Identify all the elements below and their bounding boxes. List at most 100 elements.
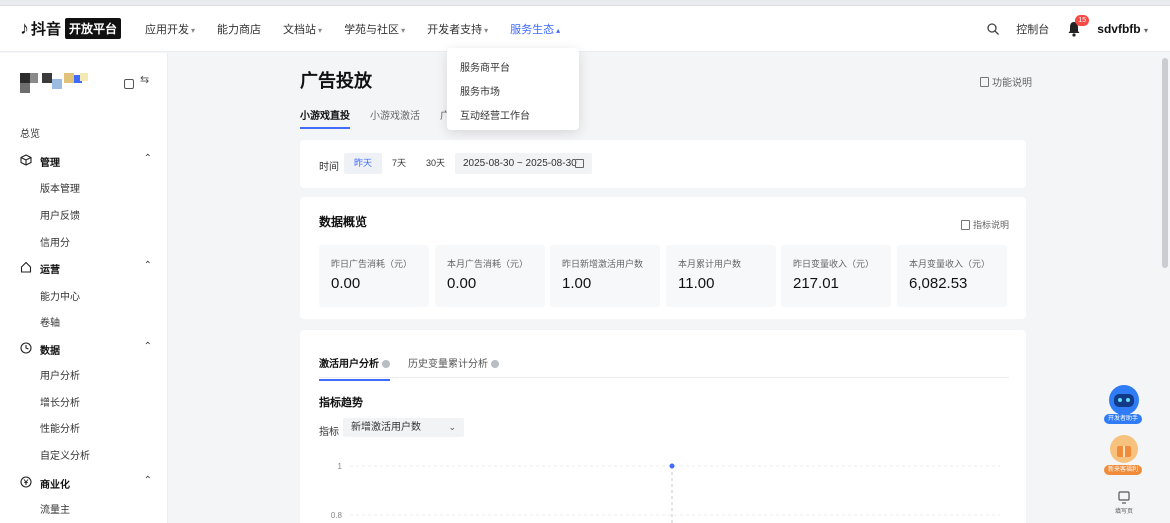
help-icon[interactable] (491, 360, 499, 368)
sidebar-item-capability-center[interactable]: 能力中心 (40, 288, 80, 303)
sidebar-group-operation[interactable]: 运营 ⌃ (20, 258, 152, 278)
sidebar-item-user-feedback[interactable]: 用户反馈 (40, 207, 80, 222)
sidebar-item-performance-analysis[interactable]: 性能分析 (40, 420, 80, 435)
chevron-down-icon: ▾ (191, 25, 196, 35)
calendar-icon (575, 159, 584, 168)
nav-item-label: 学苑与社区 (344, 23, 400, 36)
sidebar: ⇆ 总览 管理 ⌃ 版本管理 用户反馈 信用分 运营 ⌃ 能力中心 卷轴 数据 … (0, 53, 168, 523)
metric-value: 11.00 (678, 275, 715, 292)
monitor-icon[interactable] (1104, 491, 1144, 505)
dropdown-item-interactive-workbench[interactable]: 互动经营工作台 (460, 107, 530, 122)
sidebar-item-user-analysis[interactable]: 用户分析 (40, 367, 80, 382)
benefit-label[interactable]: 新来客福利 (1104, 465, 1142, 475)
metric-label: 昨日变量收入（元） (793, 259, 875, 269)
switch-app-icon[interactable]: ⇆ (140, 73, 149, 86)
benefit-gift-icon[interactable] (1104, 434, 1144, 464)
sidebar-item-overview[interactable]: 总览 (20, 125, 40, 140)
sidebar-group-data[interactable]: 数据 ⌃ (20, 339, 152, 359)
data-point (669, 463, 675, 469)
tab-label: 激活用户分析 (319, 359, 379, 370)
app-avatar (20, 73, 90, 95)
metric-card: 本月广告消耗（元） 0.00 (435, 245, 545, 307)
sidebar-item-custom-analysis[interactable]: 自定义分析 (40, 447, 90, 462)
nav-item-service-ecosystem[interactable]: 服务生态 ▴ (510, 21, 560, 37)
notification-bell[interactable]: 15 (1067, 15, 1090, 37)
chevron-up-icon: ⌃ (143, 153, 152, 164)
cube-icon (20, 154, 32, 166)
nav-item-dev-support[interactable]: 开发者支持 ▾ (427, 21, 488, 37)
help-icon[interactable] (382, 360, 390, 368)
tab-minigame-activation[interactable]: 小游戏激活 (370, 107, 420, 129)
chevron-up-icon: ⌃ (143, 260, 152, 271)
chevron-down-icon: ▾ (1143, 26, 1148, 35)
sidebar-group-manage[interactable]: 管理 ⌃ (20, 151, 152, 171)
nav-item-community[interactable]: 学苑与社区 ▾ (344, 21, 405, 37)
indicator-select-value: 新增激活用户数 (351, 422, 421, 433)
nav-item-label: 开发者支持 (427, 23, 483, 36)
dropdown-item-service-market[interactable]: 服务市场 (460, 83, 500, 98)
indicator-help-link[interactable]: 指标说明 (961, 218, 1009, 231)
nav-item-capability-store[interactable]: 能力商店 (217, 21, 261, 37)
user-name: sdvfbfb (1097, 22, 1141, 36)
notification-count-badge: 15 (1075, 15, 1090, 26)
sidebar-item-growth-analysis[interactable]: 增长分析 (40, 394, 80, 409)
tab-label: 历史变量累计分析 (408, 359, 488, 370)
sidebar-item-version-manage[interactable]: 版本管理 (40, 180, 80, 195)
sidebar-group-label: 商业化 (40, 480, 70, 491)
sidebar-group-label: 运营 (40, 265, 60, 276)
nav-item-app-dev[interactable]: 应用开发 ▾ (145, 21, 195, 37)
metric-card: 本月累计用户数 11.00 (666, 245, 776, 307)
period-selector: 昨天 7天 30天 (344, 153, 455, 174)
scrollbar-thumb[interactable] (1162, 58, 1168, 268)
function-help-link[interactable]: 功能说明 (980, 74, 1032, 89)
chevron-down-icon: ▾ (484, 25, 489, 35)
sidebar-group-label: 数据 (40, 346, 60, 357)
trend-title: 指标趋势 (319, 397, 363, 409)
chevron-up-icon: ⌃ (143, 341, 152, 352)
sidebar-item-scroll[interactable]: 卷轴 (40, 314, 60, 329)
period-30-days[interactable]: 30天 (416, 153, 455, 174)
sidebar-group-label: 管理 (40, 158, 60, 169)
indicator-select[interactable]: 新增激活用户数 ⌄ (343, 418, 464, 437)
nav-right-tools: 控制台 15 sdvfbfb ▾ (986, 6, 1170, 52)
tab-minigame-direct[interactable]: 小游戏直投 (300, 107, 350, 129)
console-link[interactable]: 控制台 (1016, 21, 1049, 37)
developer-assistant-robot-icon[interactable] (1104, 384, 1144, 416)
chevron-up-icon: ⌃ (143, 475, 152, 486)
indicator-help-label: 指标说明 (973, 220, 1010, 230)
nav-item-label: 文档站 (283, 23, 317, 36)
nav-item-label: 服务生态 (510, 23, 555, 36)
nav-menu: 应用开发 ▾ 能力商店 文档站 ▾ 学苑与社区 ▾ 开发者支持 ▾ 服务生态 ▴ (145, 21, 582, 37)
brand-logo[interactable]: ♪ 抖音 开放平台 (20, 6, 122, 52)
document-icon (961, 219, 970, 230)
user-menu[interactable]: sdvfbfb ▾ (1097, 22, 1148, 36)
metric-card: 昨日广告消耗（元） 0.00 (319, 245, 429, 307)
date-filter-card: 时间 昨天 7天 30天 2025-08-30 ~ 2025-08-30 (300, 140, 1026, 188)
nav-item-label: 应用开发 (145, 23, 190, 36)
period-7-days[interactable]: 7天 (382, 153, 416, 174)
date-range-picker[interactable]: 2025-08-30 ~ 2025-08-30 (455, 153, 592, 174)
nav-item-docs[interactable]: 文档站 ▾ (283, 21, 322, 37)
metric-card: 本月变量收入（元） 6,082.53 (897, 245, 1007, 307)
time-label: 时间 (319, 162, 339, 173)
developer-assistant-label[interactable]: 开发者助手 (1104, 414, 1142, 424)
trend-chart: 1 0.8 (331, 462, 1000, 523)
sidebar-item-credit-score[interactable]: 信用分 (40, 234, 70, 249)
sidebar-item-traffic-owner[interactable]: 流量主 (40, 501, 70, 516)
douyin-logo-icon: ♪ (20, 18, 29, 38)
metric-value: 217.01 (793, 275, 839, 292)
indicator-label: 指标 (319, 427, 339, 438)
app-selector[interactable]: ⇆ (20, 73, 160, 97)
period-yesterday[interactable]: 昨天 (344, 153, 383, 174)
home-icon (20, 261, 32, 273)
date-range-value: 2025-08-30 ~ 2025-08-30 (463, 158, 577, 169)
search-icon[interactable] (986, 22, 1000, 36)
document-icon (980, 76, 989, 87)
copy-icon[interactable] (124, 79, 134, 89)
dropdown-item-service-provider[interactable]: 服务商平台 (460, 59, 510, 74)
y-tick-label: 1 (338, 462, 343, 471)
metric-label: 昨日新增激活用户数 (562, 259, 644, 269)
metric-card: 昨日新增激活用户数 1.00 (550, 245, 660, 307)
sidebar-group-monetization[interactable]: 商业化 ⌃ (20, 473, 152, 493)
workbench-label[interactable]: 填写页 (1104, 506, 1144, 515)
